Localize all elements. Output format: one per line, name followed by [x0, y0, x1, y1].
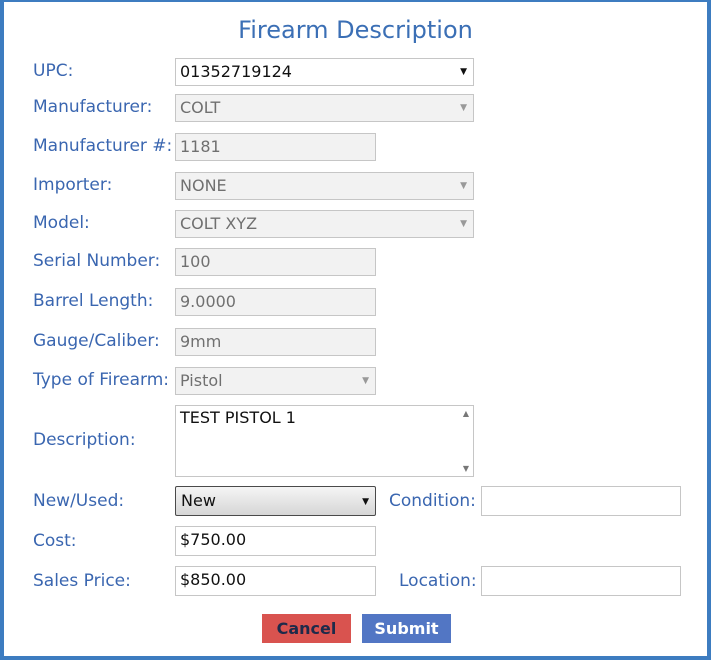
type-of-firearm-label: Type of Firearm: [33, 370, 169, 390]
importer-select[interactable]: NONE ▼ [175, 172, 474, 200]
condition-label: Condition: [389, 491, 476, 511]
chevron-down-icon: ▼ [460, 219, 467, 229]
upc-label: UPC: [33, 61, 74, 81]
location-field[interactable] [481, 566, 681, 596]
manufacturer-number-field[interactable]: 1181 [175, 133, 376, 161]
manufacturer-select[interactable]: COLT ▼ [175, 94, 474, 122]
importer-label: Importer: [33, 175, 113, 195]
chevron-down-icon: ▼ [362, 376, 369, 386]
chevron-down-icon: ▼ [460, 67, 467, 77]
barrel-length-label: Barrel Length: [33, 291, 154, 311]
chevron-down-icon: ▼ [460, 181, 467, 191]
scroll-up-icon[interactable]: ▲ [463, 409, 469, 418]
upc-select[interactable]: 01352719124 ▼ [175, 58, 474, 86]
chevron-down-icon: ▼ [362, 497, 369, 507]
barrel-length-field[interactable]: 9.0000 [175, 288, 376, 316]
manufacturer-value: COLT [180, 98, 221, 117]
dialog-title: Firearm Description [238, 16, 473, 44]
condition-field[interactable] [481, 486, 681, 516]
chevron-down-icon: ▼ [460, 103, 467, 113]
manufacturer-label: Manufacturer: [33, 97, 153, 117]
description-textarea[interactable]: TEST PISTOL 1 ▲ ▼ [175, 405, 474, 477]
cost-field[interactable]: $750.00 [175, 526, 376, 556]
gauge-caliber-field[interactable]: 9mm [175, 328, 376, 356]
firearm-description-dialog: Firearm Description UPC: 01352719124 ▼ M… [0, 0, 711, 660]
type-of-firearm-select[interactable]: Pistol ▼ [175, 367, 376, 395]
description-value: TEST PISTOL 1 [180, 408, 296, 427]
manufacturer-number-label: Manufacturer #: [33, 136, 173, 156]
upc-value: 01352719124 [180, 62, 292, 81]
scroll-down-icon[interactable]: ▼ [463, 464, 469, 473]
new-used-label: New/Used: [33, 491, 125, 511]
serial-number-label: Serial Number: [33, 251, 161, 271]
gauge-caliber-label: Gauge/Caliber: [33, 331, 160, 351]
sales-price-field[interactable]: $850.00 [175, 566, 376, 596]
description-label: Description: [33, 430, 136, 450]
new-used-value: New [181, 491, 216, 510]
model-select[interactable]: COLT XYZ ▼ [175, 210, 474, 238]
cost-label: Cost: [33, 531, 77, 551]
model-label: Model: [33, 213, 90, 233]
cancel-button[interactable]: Cancel [262, 614, 351, 643]
new-used-select[interactable]: New ▼ [175, 486, 376, 516]
submit-button[interactable]: Submit [362, 614, 451, 643]
model-value: COLT XYZ [180, 214, 258, 233]
type-of-firearm-value: Pistol [180, 371, 223, 390]
serial-number-field[interactable]: 100 [175, 248, 376, 276]
importer-value: NONE [180, 176, 227, 195]
sales-price-label: Sales Price: [33, 571, 131, 591]
location-label: Location: [399, 571, 477, 591]
